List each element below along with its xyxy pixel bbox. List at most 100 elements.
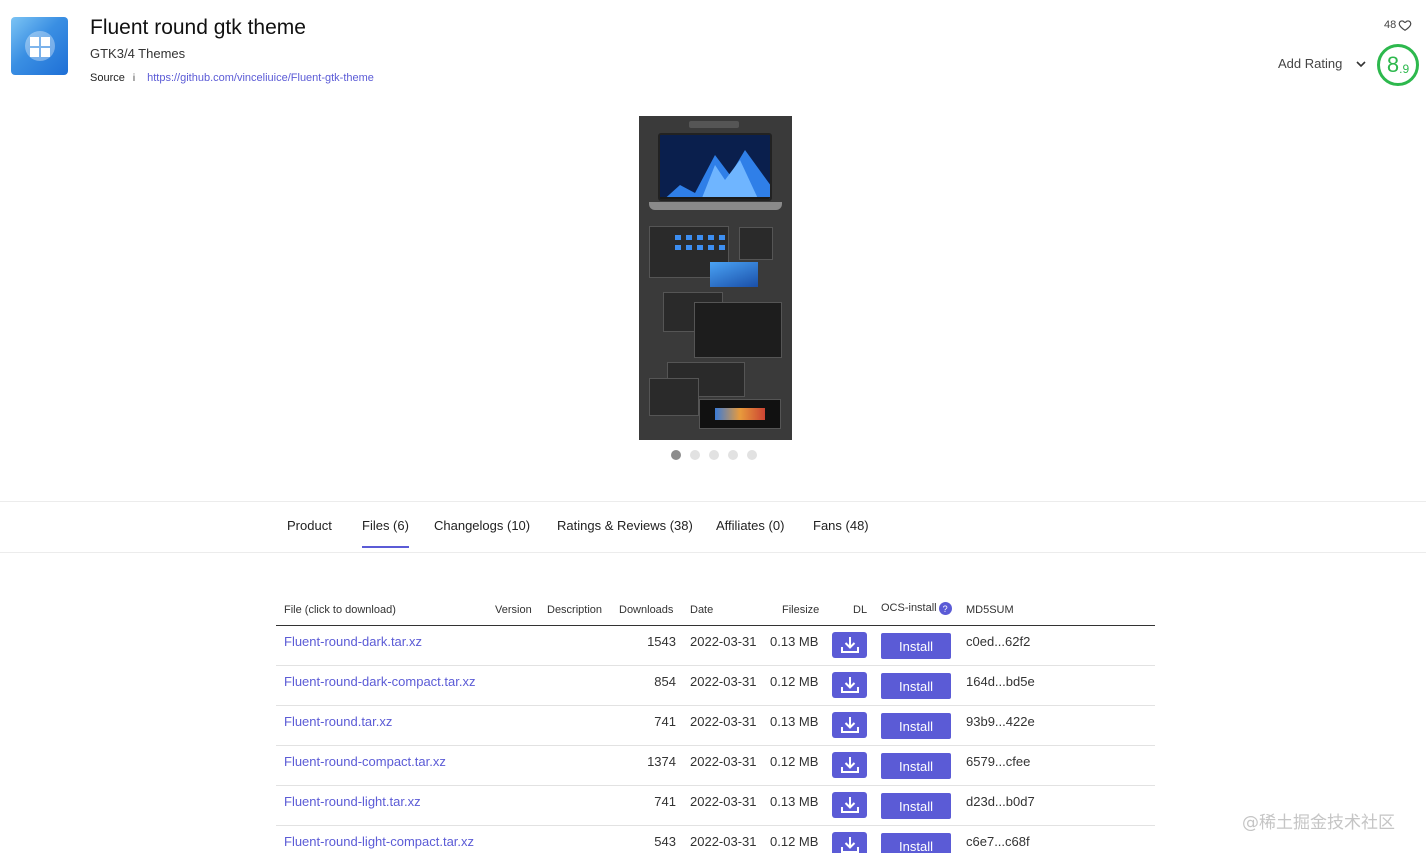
tabs-bar: Product Files (6) Changelogs (10) Rating… xyxy=(0,501,1426,553)
carousel-dot[interactable] xyxy=(747,450,757,460)
windows-grid-icon xyxy=(30,37,50,57)
mountain-wallpaper xyxy=(660,135,770,199)
col-md5sum: MD5SUM xyxy=(966,604,1014,616)
file-size: 0.13 MB xyxy=(770,714,819,729)
install-button[interactable]: Install xyxy=(881,633,951,659)
download-icon xyxy=(840,636,860,654)
score-minor: .9 xyxy=(1399,62,1410,76)
table-row: Fluent-round-dark-compact.tar.xz 854 2022-… xyxy=(276,666,1155,706)
install-button[interactable]: Install xyxy=(881,753,951,779)
file-date: 2022-03-31 xyxy=(690,674,757,689)
carousel-dots xyxy=(671,450,757,460)
score-major: 8 xyxy=(1386,52,1400,77)
file-date: 2022-03-31 xyxy=(690,834,757,849)
rating-score-badge: 8.9 xyxy=(1377,44,1419,86)
md5-sum: 6579...cfee xyxy=(966,754,1031,769)
download-button[interactable] xyxy=(832,672,867,698)
source-row: Source i https://github.com/vinceliuice/… xyxy=(90,72,374,84)
file-size: 0.13 MB xyxy=(770,634,819,649)
laptop-screen-image xyxy=(658,133,772,201)
source-label: Source xyxy=(90,72,125,84)
file-date: 2022-03-31 xyxy=(690,754,757,769)
app-logo xyxy=(11,17,68,75)
file-size: 0.12 MB xyxy=(770,674,819,689)
download-icon xyxy=(840,796,860,814)
carousel-dot[interactable] xyxy=(671,450,681,460)
md5-sum: c0ed...62f2 xyxy=(966,634,1031,649)
col-version[interactable]: Version xyxy=(495,604,532,616)
tab-files[interactable]: Files (6) xyxy=(362,518,409,548)
download-count: 741 xyxy=(654,794,676,809)
download-count: 741 xyxy=(654,714,676,729)
download-count: 543 xyxy=(654,834,676,849)
product-screenshot[interactable] xyxy=(639,116,792,440)
download-button[interactable] xyxy=(832,712,867,738)
table-row: Fluent-round-compact.tar.xz 1374 2022-03-3… xyxy=(276,746,1155,786)
col-downloads[interactable]: Downloads xyxy=(619,604,673,616)
md5-sum: 93b9...422e xyxy=(966,714,1035,729)
help-icon[interactable]: ? xyxy=(938,602,952,615)
file-link[interactable]: Fluent-round.tar.xz xyxy=(284,714,392,729)
table-row: Fluent-round-light.tar.xz 741 2022-03-31 0.… xyxy=(276,786,1155,826)
product-header: Fluent round gtk theme GTK3/4 Themes Sou… xyxy=(0,0,1426,100)
page-title: Fluent round gtk theme xyxy=(90,16,306,39)
carousel-dot[interactable] xyxy=(709,450,719,460)
col-file[interactable]: File (click to download) xyxy=(284,604,396,616)
file-date: 2022-03-31 xyxy=(690,634,757,649)
download-count: 1374 xyxy=(647,754,676,769)
table-row: Fluent-round.tar.xz 741 2022-03-31 0.13 MB I… xyxy=(276,706,1155,746)
download-count: 1543 xyxy=(647,634,676,649)
table-row: Fluent-round-dark.tar.xz 1543 2022-03-31 0.… xyxy=(276,626,1155,666)
source-link[interactable]: https://github.com/vinceliuice/Fluent-gt… xyxy=(147,72,374,84)
download-icon xyxy=(840,716,860,734)
chevron-down-icon xyxy=(1356,60,1366,67)
col-date[interactable]: Date xyxy=(690,604,713,616)
download-button[interactable] xyxy=(832,632,867,658)
file-link[interactable]: Fluent-round-light.tar.xz xyxy=(284,794,421,809)
carousel-dot[interactable] xyxy=(728,450,738,460)
file-size: 0.12 MB xyxy=(770,754,819,769)
download-icon xyxy=(840,756,860,774)
carousel-dot[interactable] xyxy=(690,450,700,460)
col-dl: DL xyxy=(853,604,868,616)
file-size: 0.12 MB xyxy=(770,834,819,849)
add-rating-label: Add Rating xyxy=(1278,56,1343,71)
download-button[interactable] xyxy=(832,752,867,778)
install-button[interactable]: Install xyxy=(881,793,951,819)
download-icon xyxy=(840,836,860,853)
heart-icon[interactable] xyxy=(1398,18,1412,32)
install-button[interactable]: Install xyxy=(881,713,951,739)
file-link[interactable]: Fluent-round-dark.tar.xz xyxy=(284,634,422,649)
add-rating-dropdown[interactable]: Add Rating xyxy=(1278,56,1366,71)
tab-changelogs[interactable]: Changelogs (10) xyxy=(434,518,530,533)
category-label: GTK3/4 Themes xyxy=(90,46,186,61)
info-icon[interactable]: i xyxy=(133,73,135,84)
install-button[interactable]: Install xyxy=(881,833,951,853)
likes-counter[interactable]: 48 xyxy=(1384,18,1412,32)
file-link[interactable]: Fluent-round-light-compact.tar.xz xyxy=(284,834,474,849)
files-table: File (click to download) Version Descrip… xyxy=(276,598,1155,853)
md5-sum: 164d...bd5e xyxy=(966,674,1035,689)
tab-ratings-reviews[interactable]: Ratings & Reviews (38) xyxy=(557,518,693,533)
tab-affiliates[interactable]: Affiliates (0) xyxy=(716,518,784,533)
install-button[interactable]: Install xyxy=(881,673,951,699)
col-description[interactable]: Description xyxy=(547,604,602,616)
col-filesize[interactable]: Filesize xyxy=(782,604,819,616)
ocs-install-label: OCS-install xyxy=(881,602,937,614)
file-link[interactable]: Fluent-round-compact.tar.xz xyxy=(284,754,446,769)
table-row: Fluent-round-light-compact.tar.xz 543 2022… xyxy=(276,826,1155,853)
md5-sum: c6e7...c68f xyxy=(966,834,1030,849)
download-icon xyxy=(840,676,860,694)
watermark: @稀土掘金技术社区 xyxy=(1242,813,1395,833)
file-link[interactable]: Fluent-round-dark-compact.tar.xz xyxy=(284,674,475,689)
tab-product[interactable]: Product xyxy=(287,518,332,533)
file-date: 2022-03-31 xyxy=(690,714,757,729)
download-count: 854 xyxy=(654,674,676,689)
table-header: File (click to download) Version Descrip… xyxy=(276,598,1155,626)
file-size: 0.13 MB xyxy=(770,794,819,809)
col-ocs-install: OCS-install? xyxy=(881,602,952,615)
file-date: 2022-03-31 xyxy=(690,794,757,809)
download-button[interactable] xyxy=(832,792,867,818)
tab-fans[interactable]: Fans (48) xyxy=(813,518,869,533)
download-button[interactable] xyxy=(832,832,867,853)
